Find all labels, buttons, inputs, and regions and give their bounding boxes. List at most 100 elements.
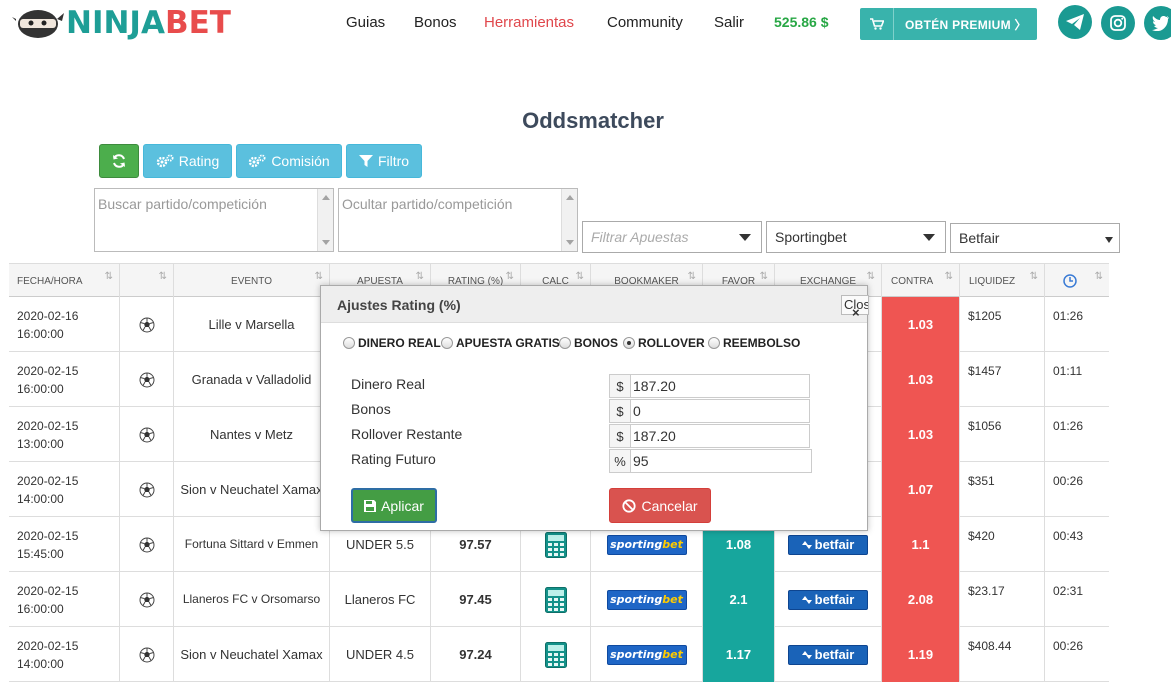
radio-dot[interactable] <box>441 337 453 349</box>
contra-odds-cell: 2.08 <box>882 572 960 627</box>
bet-cell: UNDER 4.5 <box>330 627 431 682</box>
textarea-scrollbar[interactable] <box>561 189 577 251</box>
date-cell: 2020-02-15 15:45:00 <box>9 517 120 572</box>
col-sport[interactable]: ⇅ <box>120 264 174 298</box>
timer-cell: 01:11 <box>1053 364 1083 378</box>
radio-rollover[interactable]: ROLLOVER <box>623 336 705 350</box>
bets-filter-select[interactable]: Filtrar Apuestas <box>582 221 762 253</box>
col-contra[interactable]: CONTRA ⇅ <box>882 264 960 298</box>
sport-cell <box>120 462 174 517</box>
event-cell: Sion v Neuchatel Xamax <box>174 627 330 682</box>
currency-addon: $ <box>609 424 631 448</box>
date-cell: 2020-02-15 13:00:00 <box>9 407 120 462</box>
soccer-ball-icon <box>139 592 154 607</box>
gears-icon <box>249 154 266 168</box>
ninja-mask-icon <box>12 10 64 38</box>
table-row[interactable]: 2020-02-15 14:00:00 Sion v Neuchatel Xamax… <box>9 627 1109 682</box>
favor-odds-cell: 2.1 <box>703 572 775 627</box>
calculator-icon[interactable] <box>544 586 567 613</box>
instagram-icon[interactable] <box>1101 6 1135 40</box>
bonos-input[interactable]: 0 <box>630 399 810 423</box>
comision-button[interactable]: Comisión <box>236 144 342 178</box>
time-text: 15:45:00 <box>17 546 64 561</box>
apply-button-label: Aplicar <box>381 497 424 514</box>
refresh-button[interactable] <box>99 144 139 178</box>
bookmaker-cell: sporting bet <box>591 627 703 682</box>
betfair-logo[interactable]: betfair <box>788 534 868 555</box>
dinero-real-input[interactable]: 187.20 <box>630 374 810 398</box>
col-liquidez[interactable]: LIQUIDEZ ⇅ <box>960 264 1045 298</box>
hide-match-textarea[interactable]: Ocultar partido/competición <box>338 188 578 252</box>
betfair-logo[interactable]: betfair <box>788 644 868 665</box>
event-cell: Lille v Marsella <box>174 297 330 352</box>
sort-icon: ⇅ <box>505 271 514 282</box>
refresh-icon <box>113 154 125 168</box>
contra-odds-cell: 1.03 <box>882 407 960 462</box>
col-fecha[interactable]: FECHA/HORA ⇅ <box>9 264 120 298</box>
radio-dinero-real[interactable]: DINERO REAL <box>343 336 441 350</box>
col-timer[interactable]: ⇅ <box>1045 264 1109 298</box>
radio-dot[interactable] <box>559 337 571 349</box>
timer-cell: 00:26 <box>1053 474 1084 488</box>
radio-dot[interactable] <box>343 337 355 349</box>
sort-icon: ⇅ <box>1029 271 1038 282</box>
dinero-real-label: Dinero Real <box>351 376 425 392</box>
apply-button[interactable]: Aplicar <box>351 488 437 523</box>
sort-icon: ⇅ <box>1094 271 1103 282</box>
time-text: 13:00:00 <box>17 436 64 451</box>
twitter-icon[interactable] <box>1144 6 1171 40</box>
date-text: 2020-02-15 <box>17 363 79 378</box>
nav-community[interactable]: Community <box>607 14 683 31</box>
textarea-scrollbar[interactable] <box>317 189 333 251</box>
radio-bonos[interactable]: BONOS <box>559 336 618 350</box>
exchange-select[interactable]: Betfair <box>950 223 1120 253</box>
close-icon[interactable]: × <box>852 305 860 320</box>
betfair-arrows-icon <box>801 595 812 604</box>
table-row[interactable]: 2020-02-15 16:00:00 Llaneros FC v Orsomars… <box>9 572 1109 627</box>
ban-icon <box>622 498 637 513</box>
sort-icon: ⇅ <box>314 271 323 282</box>
radio-dot[interactable] <box>623 337 635 349</box>
rating-button[interactable]: Rating <box>143 144 232 178</box>
cancel-button[interactable]: Cancelar <box>609 488 711 523</box>
liquidity-cell: $408.44 <box>960 627 1045 682</box>
search-match-textarea[interactable]: Buscar partido/competición <box>94 188 334 252</box>
filtro-button[interactable]: Filtro <box>346 144 422 178</box>
radio-reembolso[interactable]: REEMBOLSO <box>708 336 800 350</box>
currency-addon: $ <box>609 399 631 423</box>
timer-cell: 02:31 <box>1053 584 1084 598</box>
soccer-ball-icon <box>139 537 154 552</box>
exchange-select-value: Betfair <box>959 230 1000 246</box>
get-premium-button[interactable]: OBTÉN PREMIUM 〉 <box>860 8 1037 40</box>
time-text: 14:00:00 <box>17 656 64 671</box>
col-evento[interactable]: EVENTO ⇅ <box>174 264 330 298</box>
nav-guias[interactable]: Guias <box>346 14 385 31</box>
account-balance: 525.86 $ <box>774 14 829 30</box>
nav-bonos[interactable]: Bonos <box>414 14 457 31</box>
betfair-logo[interactable]: betfair <box>788 589 868 610</box>
calculator-icon[interactable] <box>544 531 567 558</box>
exchange-cell: betfair <box>775 572 882 627</box>
chevron-down-icon <box>739 234 751 241</box>
sort-icon: ⇅ <box>759 271 768 282</box>
contra-odds-cell: 1.03 <box>882 352 960 407</box>
sportingbet-logo[interactable]: sporting bet <box>606 589 687 610</box>
date-cell: 2020-02-15 14:00:00 <box>9 462 120 517</box>
sportingbet-logo[interactable]: sporting bet <box>606 644 687 665</box>
soccer-ball-icon <box>139 427 154 442</box>
ninjabet-logo[interactable]: NINJABET <box>12 6 231 40</box>
radio-apuesta-gratis[interactable]: APUESTA GRATIS <box>441 336 560 350</box>
bookmaker-select[interactable]: Sportingbet <box>766 221 946 253</box>
liquidity-cell: $1457 <box>960 352 1045 407</box>
rollover-restante-input[interactable]: 187.20 <box>630 424 810 448</box>
radio-dot[interactable] <box>708 337 720 349</box>
contra-odds-cell: 1.03 <box>882 297 960 352</box>
liquidity-cell: $23.17 <box>960 572 1045 627</box>
nav-salir[interactable]: Salir <box>714 14 744 31</box>
rating-futuro-input[interactable]: 95 <box>630 449 812 473</box>
calculator-icon[interactable] <box>544 641 567 668</box>
sportingbet-logo[interactable]: sporting bet <box>606 534 687 555</box>
filter-icon <box>358 155 373 167</box>
telegram-icon[interactable] <box>1058 5 1092 39</box>
nav-herramientas[interactable]: Herramientas <box>484 14 574 31</box>
